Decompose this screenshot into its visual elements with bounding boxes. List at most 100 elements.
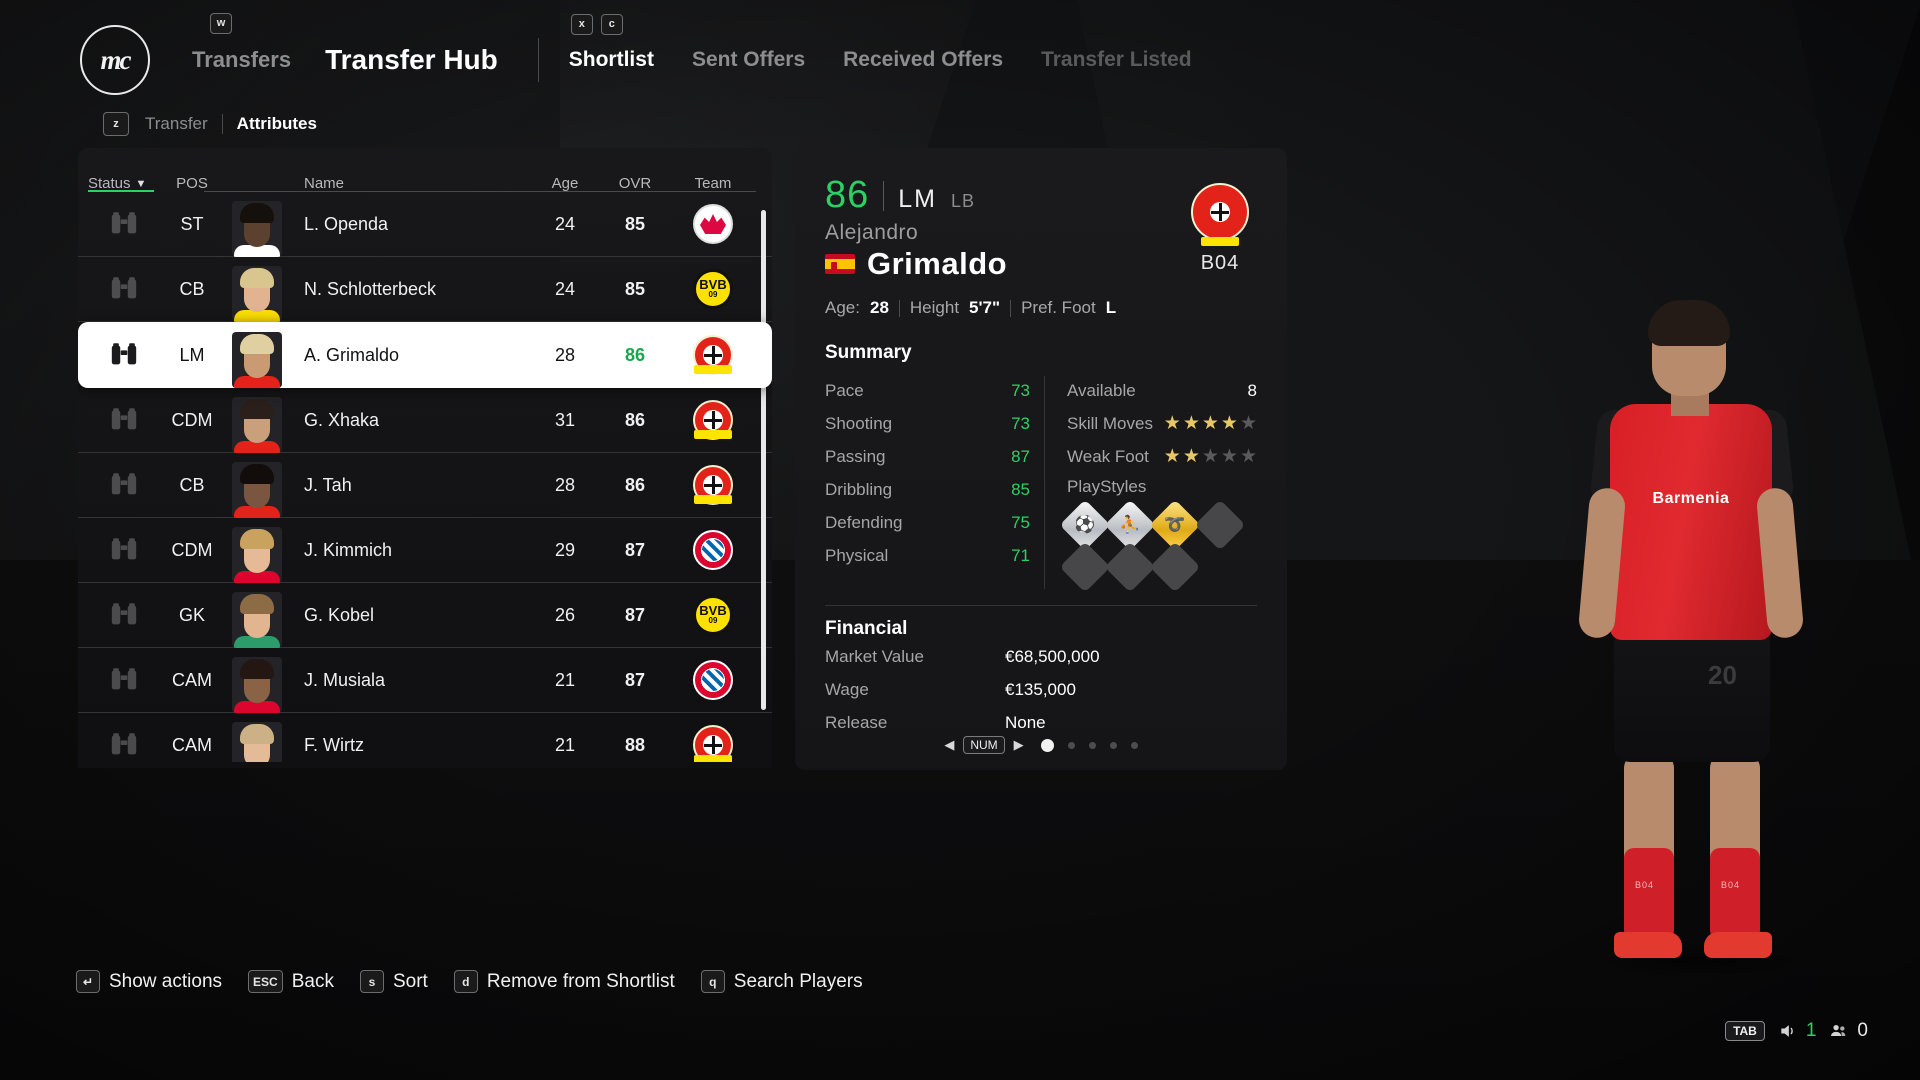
table-row[interactable]: GK G. Kobel 26 87 BVB 09 — [78, 583, 772, 648]
row-status-icon[interactable] — [88, 407, 160, 433]
row-player-face — [224, 453, 290, 518]
row-position: GK — [178, 604, 205, 625]
render-boot-right — [1704, 932, 1772, 958]
nav-transfers[interactable]: Transfers — [192, 47, 291, 73]
action-show-actions[interactable]: ↵ Show actions — [76, 970, 222, 993]
row-position: CB — [179, 474, 205, 495]
attribute-name: Physical — [825, 545, 889, 565]
render-sock-tag-right: B04 — [1721, 880, 1741, 890]
list-scrollbar-thumb[interactable] — [761, 210, 766, 710]
attribute-value: 71 — [1011, 545, 1030, 565]
scout-binoculars-icon — [111, 473, 137, 495]
tab-transfer-listed[interactable]: Transfer Listed — [1041, 48, 1192, 72]
attribute-value: 73 — [1011, 380, 1030, 400]
action-remove-from-shortlist[interactable]: d Remove from Shortlist — [453, 970, 675, 993]
pager-dot[interactable] — [1130, 741, 1138, 749]
render-kit-number: 20 — [1708, 660, 1737, 690]
attribute-row: Physical 71 — [825, 539, 1030, 572]
tab-shortlist[interactable]: Shortlist — [569, 48, 654, 72]
shortlist-rows[interactable]: ST L. Openda 24 85 CB N. Schlotterbeck 24 85 BVB… — [78, 192, 772, 762]
table-row[interactable]: ST L. Openda 24 85 — [78, 192, 772, 257]
row-ovr: 87 — [624, 539, 646, 560]
table-row[interactable]: CDM G. Xhaka 31 86 — [78, 388, 772, 453]
row-status-icon[interactable] — [88, 732, 160, 758]
column-header-team[interactable]: Team — [670, 175, 756, 192]
column-header-name[interactable]: Name — [224, 175, 530, 192]
nav-transfer-hub[interactable]: Transfer Hub — [325, 44, 498, 76]
row-status-icon[interactable] — [88, 537, 160, 563]
meta-divider — [898, 299, 900, 317]
attribute-name: Pace — [825, 380, 864, 400]
club-short-name: B04 — [1200, 252, 1240, 274]
action-back[interactable]: ESC Back — [248, 970, 334, 993]
attribute-row: Shooting 73 — [825, 407, 1030, 440]
subtab-attributes[interactable]: Attributes — [237, 114, 317, 134]
row-player-name: N. Schlotterbeck — [304, 278, 437, 299]
pager-dot[interactable] — [1040, 738, 1054, 752]
action-sort[interactable]: s Sort — [359, 970, 428, 993]
playstyle-glyph: ⛹ — [1119, 515, 1141, 534]
table-row[interactable]: CAM J. Musiala 21 87 — [78, 648, 772, 713]
player-render: B04 B04 20 Barmenia — [1532, 292, 1862, 992]
table-row[interactable]: CAM F. Wirtz 21 88 — [78, 713, 772, 762]
scout-binoculars-icon — [111, 343, 137, 365]
table-row[interactable]: CB J. Tah 28 86 — [78, 453, 772, 518]
key-hint: d — [453, 970, 478, 993]
column-header-age[interactable]: Age — [530, 175, 600, 192]
subtab-transfer[interactable]: Transfer — [145, 114, 208, 134]
height-label: Height — [909, 298, 960, 317]
table-row-selected[interactable]: LM A. Grimaldo 28 86 — [78, 322, 772, 388]
weak-foot-stars: ★ ★ ★ ★ ★ — [1164, 447, 1257, 466]
attribute-name: Dribbling — [825, 479, 893, 499]
table-row[interactable]: CB N. Schlotterbeck 24 85 BVB 09 — [78, 257, 772, 322]
row-position: CDM — [171, 539, 213, 560]
row-status-icon[interactable] — [88, 602, 160, 628]
avatar — [232, 331, 282, 388]
players-status[interactable]: 0 — [1828, 1020, 1868, 1042]
audio-status[interactable]: 1 — [1777, 1020, 1816, 1042]
avatar — [232, 461, 282, 518]
pager-dot[interactable] — [1088, 741, 1096, 749]
financial-label: Wage — [825, 679, 869, 699]
pager-dots[interactable] — [1040, 738, 1138, 752]
avatar — [232, 591, 282, 648]
table-row[interactable]: CDM J. Kimmich 29 87 — [78, 518, 772, 583]
action-search-players[interactable]: q Search Players — [700, 970, 863, 993]
row-status-icon[interactable] — [88, 472, 160, 498]
scout-binoculars-icon — [111, 603, 137, 625]
playstyle-glyph: ➰ — [1164, 515, 1186, 534]
row-status-icon[interactable] — [88, 276, 160, 302]
column-header-pos[interactable]: POS — [160, 175, 224, 192]
financial-row: Market Value €68,500,000 — [825, 640, 1257, 673]
playstyle-glyph — [1112, 549, 1148, 585]
star-icon: ★ — [1163, 446, 1181, 467]
pager-dot[interactable] — [1109, 741, 1117, 749]
row-player-face — [224, 257, 290, 322]
financial-label: Market Value — [825, 646, 924, 666]
financial-value: €135,000 — [1005, 679, 1076, 699]
card-pager[interactable]: ◀ NUM ▶ — [795, 736, 1287, 754]
pager-prev-icon[interactable]: ◀ — [944, 737, 954, 753]
attribute-name: Defending — [825, 512, 903, 532]
tab-received-offers[interactable]: Received Offers — [843, 48, 1003, 72]
row-player-face — [224, 518, 290, 583]
row-status-icon[interactable] — [88, 342, 160, 368]
star-icon: ★ — [1220, 446, 1238, 467]
row-status-icon[interactable] — [88, 211, 160, 237]
attribute-row: Pace 73 — [825, 374, 1030, 407]
playstyle-row: ⚽ ⛹ ➰ — [1059, 499, 1257, 551]
app-root: B04 B04 20 Barmenia mc w Transfers Trans… — [0, 0, 1920, 1080]
star-icon: ★ — [1220, 413, 1238, 434]
render-shorts — [1614, 632, 1770, 762]
row-status-icon[interactable] — [88, 667, 160, 693]
tab-sent-offers[interactable]: Sent Offers — [692, 48, 805, 72]
playstyles-grid[interactable]: ⚽ ⛹ ➰ — [1059, 499, 1257, 593]
subnav-divider — [221, 114, 223, 134]
available-label: Available — [1067, 380, 1136, 400]
nationality-flag-icon — [825, 254, 855, 274]
column-header-ovr[interactable]: OVR — [600, 175, 670, 192]
action-label: Remove from Shortlist — [486, 970, 675, 992]
scout-binoculars-icon — [111, 212, 137, 234]
pager-dot[interactable] — [1067, 741, 1075, 749]
pager-next-icon[interactable]: ▶ — [1014, 737, 1024, 753]
